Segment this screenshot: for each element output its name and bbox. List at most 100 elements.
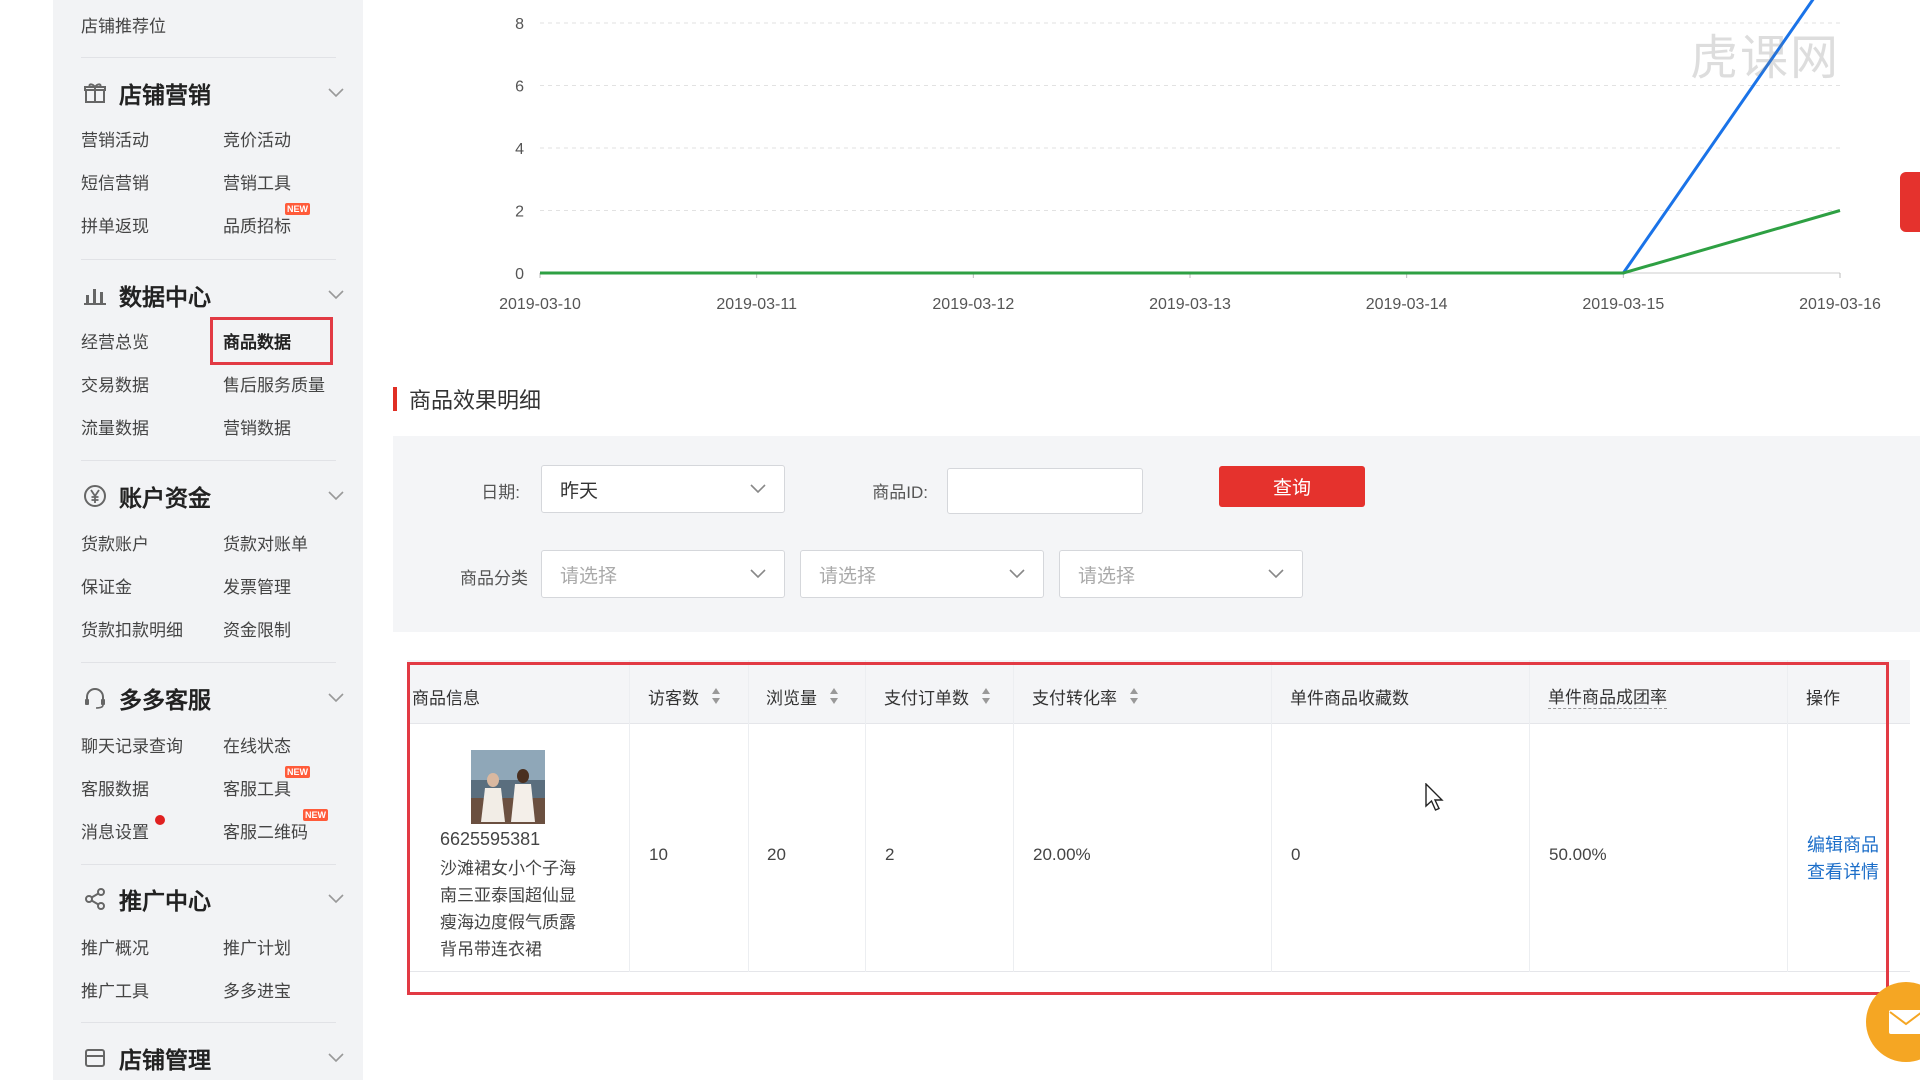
sidebar-item-message-settings[interactable]: 消息设置	[81, 818, 149, 843]
sidebar-item-marketing-activity[interactable]: 营销活动	[81, 126, 149, 151]
y-tick-label: 6	[515, 79, 524, 96]
sidebar-section-title: 店铺营销	[119, 82, 211, 108]
sidebar-section-customer-service[interactable]: 多多客服	[81, 680, 345, 716]
divider	[81, 460, 336, 461]
date-label: 日期:	[481, 483, 520, 502]
product-id-input[interactable]	[947, 468, 1143, 514]
watermark-logo: 虎课网	[1690, 32, 1841, 85]
section-title-text: 商品效果明细	[409, 388, 542, 413]
divider	[81, 1022, 336, 1023]
date-select[interactable]: 昨天	[541, 465, 785, 513]
product-id-label: 商品ID:	[872, 483, 928, 502]
sidebar-section-title: 多多客服	[119, 687, 211, 713]
chevron-down-icon[interactable]	[327, 487, 345, 505]
chevron-down-icon[interactable]	[327, 1049, 345, 1067]
sidebar-item-business-overview[interactable]: 经营总览	[81, 328, 149, 353]
chevron-down-icon	[1009, 563, 1025, 585]
y-tick-label: 4	[515, 141, 524, 158]
sidebar-item-bidding-activity[interactable]: 竞价活动	[223, 126, 291, 151]
envelope-icon	[1889, 1010, 1920, 1034]
x-tick-label: 2019-03-16	[1799, 296, 1881, 313]
sidebar-item-aftersale-quality[interactable]: 售后服务质量	[223, 371, 325, 396]
divider	[81, 57, 336, 58]
feedback-side-tab[interactable]	[1900, 172, 1920, 232]
table-highlight-frame	[407, 662, 1889, 995]
headset-icon	[81, 684, 109, 712]
sidebar-item-marketing-data[interactable]: 营销数据	[223, 414, 291, 439]
active-item-highlight	[210, 317, 333, 365]
sidebar-section-title: 店铺管理	[119, 1047, 211, 1073]
sidebar-section-marketing[interactable]: 店铺营销	[81, 75, 345, 111]
store-icon	[81, 1044, 109, 1072]
chevron-down-icon	[1268, 563, 1284, 585]
sidebar-item-group-cashback[interactable]: 拼单返现	[81, 212, 149, 237]
y-tick-label: 2	[515, 204, 524, 221]
title-accent-bar	[393, 387, 397, 411]
sidebar-section-title: 推广中心	[119, 888, 211, 914]
x-tick-label: 2019-03-14	[1366, 296, 1448, 313]
x-tick-label: 2019-03-15	[1582, 296, 1664, 313]
section-title: 商品效果明细	[393, 386, 542, 413]
chevron-down-icon[interactable]	[327, 689, 345, 707]
sidebar-item-duoduo-jinbao[interactable]: 多多进宝	[223, 977, 291, 1002]
date-select-value: 昨天	[560, 480, 599, 502]
select-placeholder: 请选择	[819, 565, 877, 587]
sidebar-section-title: 账户资金	[119, 485, 211, 511]
category-label: 商品分类	[460, 569, 528, 588]
x-tick-label: 2019-03-10	[499, 296, 581, 313]
yen-icon	[81, 482, 109, 510]
gift-icon	[81, 79, 109, 107]
sidebar-item-promotion-plan[interactable]: 推广计划	[223, 934, 291, 959]
chevron-down-icon[interactable]	[327, 286, 345, 304]
x-tick-label: 2019-03-12	[932, 296, 1014, 313]
sidebar-item-payment-statement[interactable]: 货款对账单	[223, 530, 308, 555]
sidebar-item-service-data[interactable]: 客服数据	[81, 775, 149, 800]
sidebar-item-online-status[interactable]: 在线状态	[223, 732, 291, 757]
notification-dot	[155, 815, 165, 825]
share-icon	[81, 885, 109, 913]
chevron-down-icon	[750, 563, 766, 585]
sidebar-item-transaction-data[interactable]: 交易数据	[81, 371, 149, 396]
sidebar-item-service-tools[interactable]: 客服工具	[223, 775, 291, 800]
category-select-level1[interactable]: 请选择	[541, 550, 785, 598]
sidebar-item-store-recommend[interactable]: 店铺推荐位	[81, 12, 166, 37]
sidebar-item-quality-bidding[interactable]: 品质招标	[223, 212, 291, 237]
sidebar-section-data-center[interactable]: 数据中心	[81, 277, 345, 313]
chevron-down-icon	[750, 478, 766, 500]
series-line-0	[540, 0, 1815, 275]
sidebar-item-chat-history[interactable]: 聊天记录查询	[81, 732, 183, 757]
new-badge: NEW	[285, 766, 310, 778]
query-button[interactable]: 查询	[1219, 466, 1365, 507]
sidebar-section-store-management[interactable]: 店铺管理	[81, 1040, 345, 1076]
sidebar-item-promotion-overview[interactable]: 推广概况	[81, 934, 149, 959]
new-badge: NEW	[285, 203, 310, 215]
chevron-down-icon[interactable]	[327, 84, 345, 102]
divider	[81, 662, 336, 663]
sidebar-section-account-funds[interactable]: 账户资金	[81, 478, 345, 514]
sidebar-item-invoice-management[interactable]: 发票管理	[223, 573, 291, 598]
divider	[81, 864, 336, 865]
sidebar-item-marketing-tools[interactable]: 营销工具	[223, 169, 291, 194]
x-tick-label: 2019-03-11	[716, 296, 797, 313]
select-placeholder: 请选择	[1078, 565, 1136, 587]
sidebar-item-service-qrcode[interactable]: 客服二维码	[223, 818, 308, 843]
new-badge: NEW	[303, 809, 328, 821]
category-select-level2[interactable]: 请选择	[800, 550, 1044, 598]
sidebar-section-promotion[interactable]: 推广中心	[81, 881, 345, 917]
sidebar-item-promotion-tools[interactable]: 推广工具	[81, 977, 149, 1002]
x-tick-label: 2019-03-13	[1149, 296, 1231, 313]
sidebar-item-deposit[interactable]: 保证金	[81, 573, 132, 598]
bar-chart-icon	[81, 281, 109, 309]
category-select-level3[interactable]: 请选择	[1059, 550, 1303, 598]
sidebar-item-sms-marketing[interactable]: 短信营销	[81, 169, 149, 194]
sidebar: 店铺推荐位 店铺营销 营销活动 竞价活动 短信营销 营销工具 拼单返现 品质招标…	[53, 0, 363, 1080]
mouse-cursor-icon	[1425, 783, 1444, 811]
sidebar-item-traffic-data[interactable]: 流量数据	[81, 414, 149, 439]
select-placeholder: 请选择	[560, 565, 618, 587]
sidebar-item-deduction-details[interactable]: 货款扣款明细	[81, 616, 183, 641]
sidebar-item-fund-limits[interactable]: 资金限制	[223, 616, 291, 641]
y-tick-label: 0	[515, 266, 524, 283]
chevron-down-icon[interactable]	[327, 890, 345, 908]
sidebar-section-title: 数据中心	[119, 284, 211, 310]
sidebar-item-payment-account[interactable]: 货款账户	[81, 530, 149, 555]
